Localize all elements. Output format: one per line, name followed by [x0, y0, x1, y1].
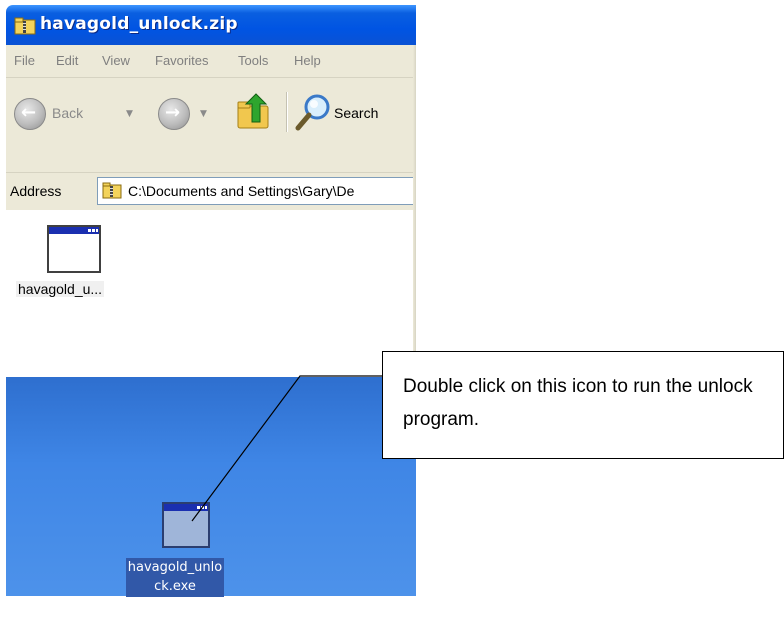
- callout-box: Double click on this icon to run the unl…: [382, 351, 784, 459]
- callout-pointer: [191, 375, 382, 522]
- callout-text: Double click on this icon to run the unl…: [403, 376, 753, 430]
